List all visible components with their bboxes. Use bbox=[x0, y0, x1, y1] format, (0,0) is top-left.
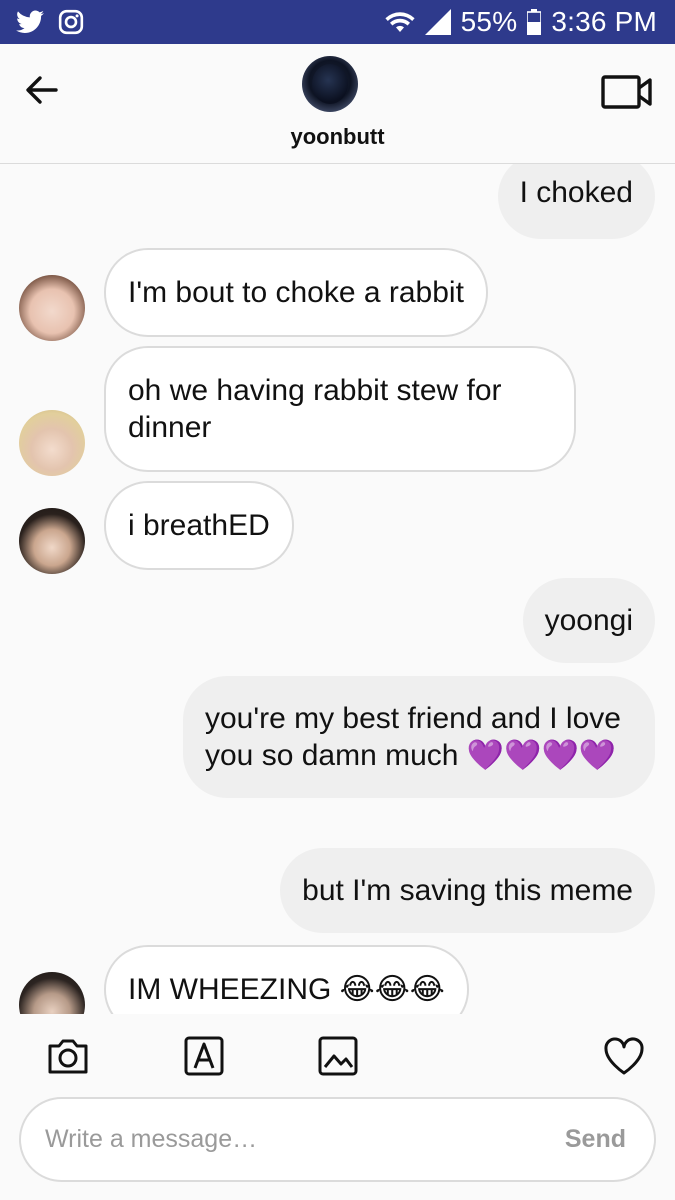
profile-avatar[interactable] bbox=[302, 56, 358, 112]
message-input[interactable] bbox=[45, 1125, 525, 1154]
message-bubble-outgoing[interactable]: but I'm saving this meme bbox=[280, 848, 655, 933]
status-bar: 55% 3:36 PM bbox=[0, 0, 675, 44]
back-arrow-icon[interactable] bbox=[22, 70, 62, 110]
battery-percentage: 55% bbox=[460, 6, 518, 37]
camera-icon[interactable] bbox=[46, 1034, 90, 1078]
message-bubble-incoming[interactable]: I'm bout to choke a rabbit bbox=[104, 248, 488, 337]
send-button[interactable]: Send bbox=[565, 1125, 626, 1154]
message-bubble-outgoing[interactable]: yoongi bbox=[522, 578, 655, 663]
message-bubble-incoming[interactable]: IM WHEEZING 😂😂😂 bbox=[104, 945, 469, 1014]
battery-icon bbox=[527, 9, 542, 35]
heart-icon[interactable] bbox=[602, 1034, 646, 1078]
sender-avatar[interactable] bbox=[19, 508, 85, 574]
composer-toolbar bbox=[0, 1014, 675, 1098]
message-bubble-outgoing[interactable]: you're my best friend and I love you so … bbox=[183, 676, 655, 798]
chat-username[interactable]: yoonbutt bbox=[0, 124, 675, 150]
video-call-icon[interactable] bbox=[601, 74, 653, 110]
wifi-icon bbox=[385, 10, 415, 34]
message-thread[interactable]: I choked I'm bout to choke a rabbit oh w… bbox=[0, 164, 675, 1014]
clock: 3:36 PM bbox=[551, 6, 657, 37]
message-bubble-outgoing[interactable]: I choked bbox=[497, 164, 655, 239]
sender-avatar[interactable] bbox=[19, 410, 85, 476]
twitter-icon bbox=[16, 10, 44, 34]
message-bubble-incoming[interactable]: oh we having rabbit stew for dinner bbox=[104, 346, 576, 472]
sender-avatar[interactable] bbox=[19, 972, 85, 1014]
chat-header: yoonbutt bbox=[0, 44, 675, 164]
sender-avatar[interactable] bbox=[19, 275, 85, 341]
signal-icon bbox=[424, 9, 451, 35]
text-sticker-icon[interactable] bbox=[182, 1034, 226, 1078]
message-composer: Send bbox=[19, 1097, 656, 1182]
message-bubble-incoming[interactable]: i breathED bbox=[104, 481, 294, 570]
gallery-icon[interactable] bbox=[316, 1034, 360, 1078]
instagram-icon bbox=[58, 9, 84, 35]
